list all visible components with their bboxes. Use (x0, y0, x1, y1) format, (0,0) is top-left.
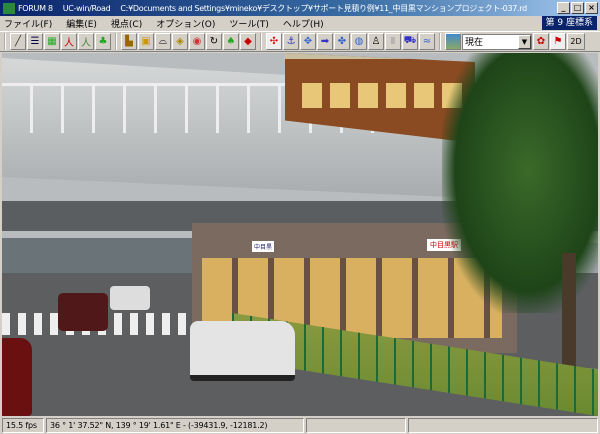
bridge-icon[interactable]: ☰ (27, 33, 43, 50)
tunnel-icon[interactable]: ⌓ (155, 33, 171, 50)
person-red-icon[interactable]: 人 (61, 33, 77, 50)
station-sign-small: 中目黒 (252, 241, 275, 252)
road-icon[interactable]: ╱ (10, 33, 26, 50)
menu-file[interactable]: ファイル(F) (4, 17, 52, 30)
car-icon[interactable]: ⛟ (402, 33, 418, 50)
paint-icon[interactable]: ◆ (240, 33, 256, 50)
menu-options[interactable]: オプション(O) (156, 17, 215, 30)
taxi (190, 321, 295, 381)
tree-icon[interactable]: ♣ (95, 33, 111, 50)
flag-icon[interactable]: ⚑ (550, 33, 566, 50)
menu-help[interactable]: ヘルプ(H) (283, 17, 324, 30)
globe-icon[interactable]: ◍ (351, 33, 367, 50)
person-walk-icon[interactable]: 人 (78, 33, 94, 50)
title-bar: FORUM 8 UC-win/Road C:¥Documents and Set… (0, 0, 600, 16)
car-red-left (2, 338, 32, 416)
car-red (58, 293, 108, 331)
anchor-icon[interactable]: ⚓ (283, 33, 299, 50)
compass-icon[interactable]: ✤ (334, 33, 350, 50)
app-logo-icon (3, 2, 15, 14)
signal-icon[interactable]: ✿ (533, 33, 549, 50)
app-name: FORUM 8 (18, 3, 53, 13)
target-icon[interactable]: ✣ (266, 33, 282, 50)
tree-edit-icon[interactable]: ♠ (223, 33, 239, 50)
toolbar: ╱ ☰ ▦ 人 人 ♣ ▙ ▣ ⌓ ◈ ◉ ↻ ♠ ◆ ✣ ⚓ ✥ ➡ ✤ ◍ … (0, 31, 600, 52)
close-button[interactable]: × (585, 2, 598, 14)
vehicle-icon[interactable]: ◉ (189, 33, 205, 50)
status-field-4 (408, 418, 598, 433)
move-icon[interactable]: ✥ (300, 33, 316, 50)
product-name: UC-win/Road (62, 3, 111, 13)
model-icon[interactable]: ▣ (138, 33, 154, 50)
arrow-icon[interactable]: ➡ (317, 33, 333, 50)
coordinate-system: 第 9 座標系 (541, 16, 597, 30)
maximize-button[interactable]: □ (571, 2, 584, 14)
fps-readout: 15.5 fps (2, 418, 44, 433)
pause-icon[interactable]: Ⅱ (385, 33, 401, 50)
background-buildings (2, 238, 202, 278)
time-select[interactable]: 現在 ▼ (462, 33, 532, 50)
2d-button[interactable]: 2D (567, 33, 585, 50)
route-icon[interactable]: ≈ (419, 33, 435, 50)
menu-edit[interactable]: 編集(E) (66, 17, 97, 30)
3d-viewport[interactable]: 中目黒駅 中目黒 (2, 53, 598, 416)
landscape-icon[interactable] (445, 33, 461, 50)
status-field-3 (306, 418, 406, 433)
rotate-icon[interactable]: ↻ (206, 33, 222, 50)
time-select-value: 現在 (465, 38, 484, 48)
menu-view[interactable]: 視点(C) (111, 17, 142, 30)
building-icon[interactable]: ▙ (121, 33, 137, 50)
driver-icon[interactable]: ♙ (368, 33, 384, 50)
car-white (110, 286, 150, 310)
menu-tools[interactable]: ツール(T) (229, 17, 269, 30)
file-path: C:¥Documents and Settings¥mineko¥デスクトップ¥… (120, 3, 527, 13)
status-bar: 15.5 fps 36 ° 1' 37.52" N, 139 ° 19' 1.6… (0, 417, 600, 434)
menu-bar: ファイル(F) 編集(E) 視点(C) オプション(O) ツール(T) ヘルプ(… (0, 16, 480, 31)
train-windows (302, 83, 462, 108)
minimize-button[interactable]: _ (557, 2, 570, 14)
chevron-down-icon[interactable]: ▼ (518, 34, 531, 49)
terrain-icon[interactable]: ▦ (44, 33, 60, 50)
position-readout: 36 ° 1' 37.52" N, 139 ° 19' 1.61" E - (-… (46, 418, 304, 433)
object-icon[interactable]: ◈ (172, 33, 188, 50)
